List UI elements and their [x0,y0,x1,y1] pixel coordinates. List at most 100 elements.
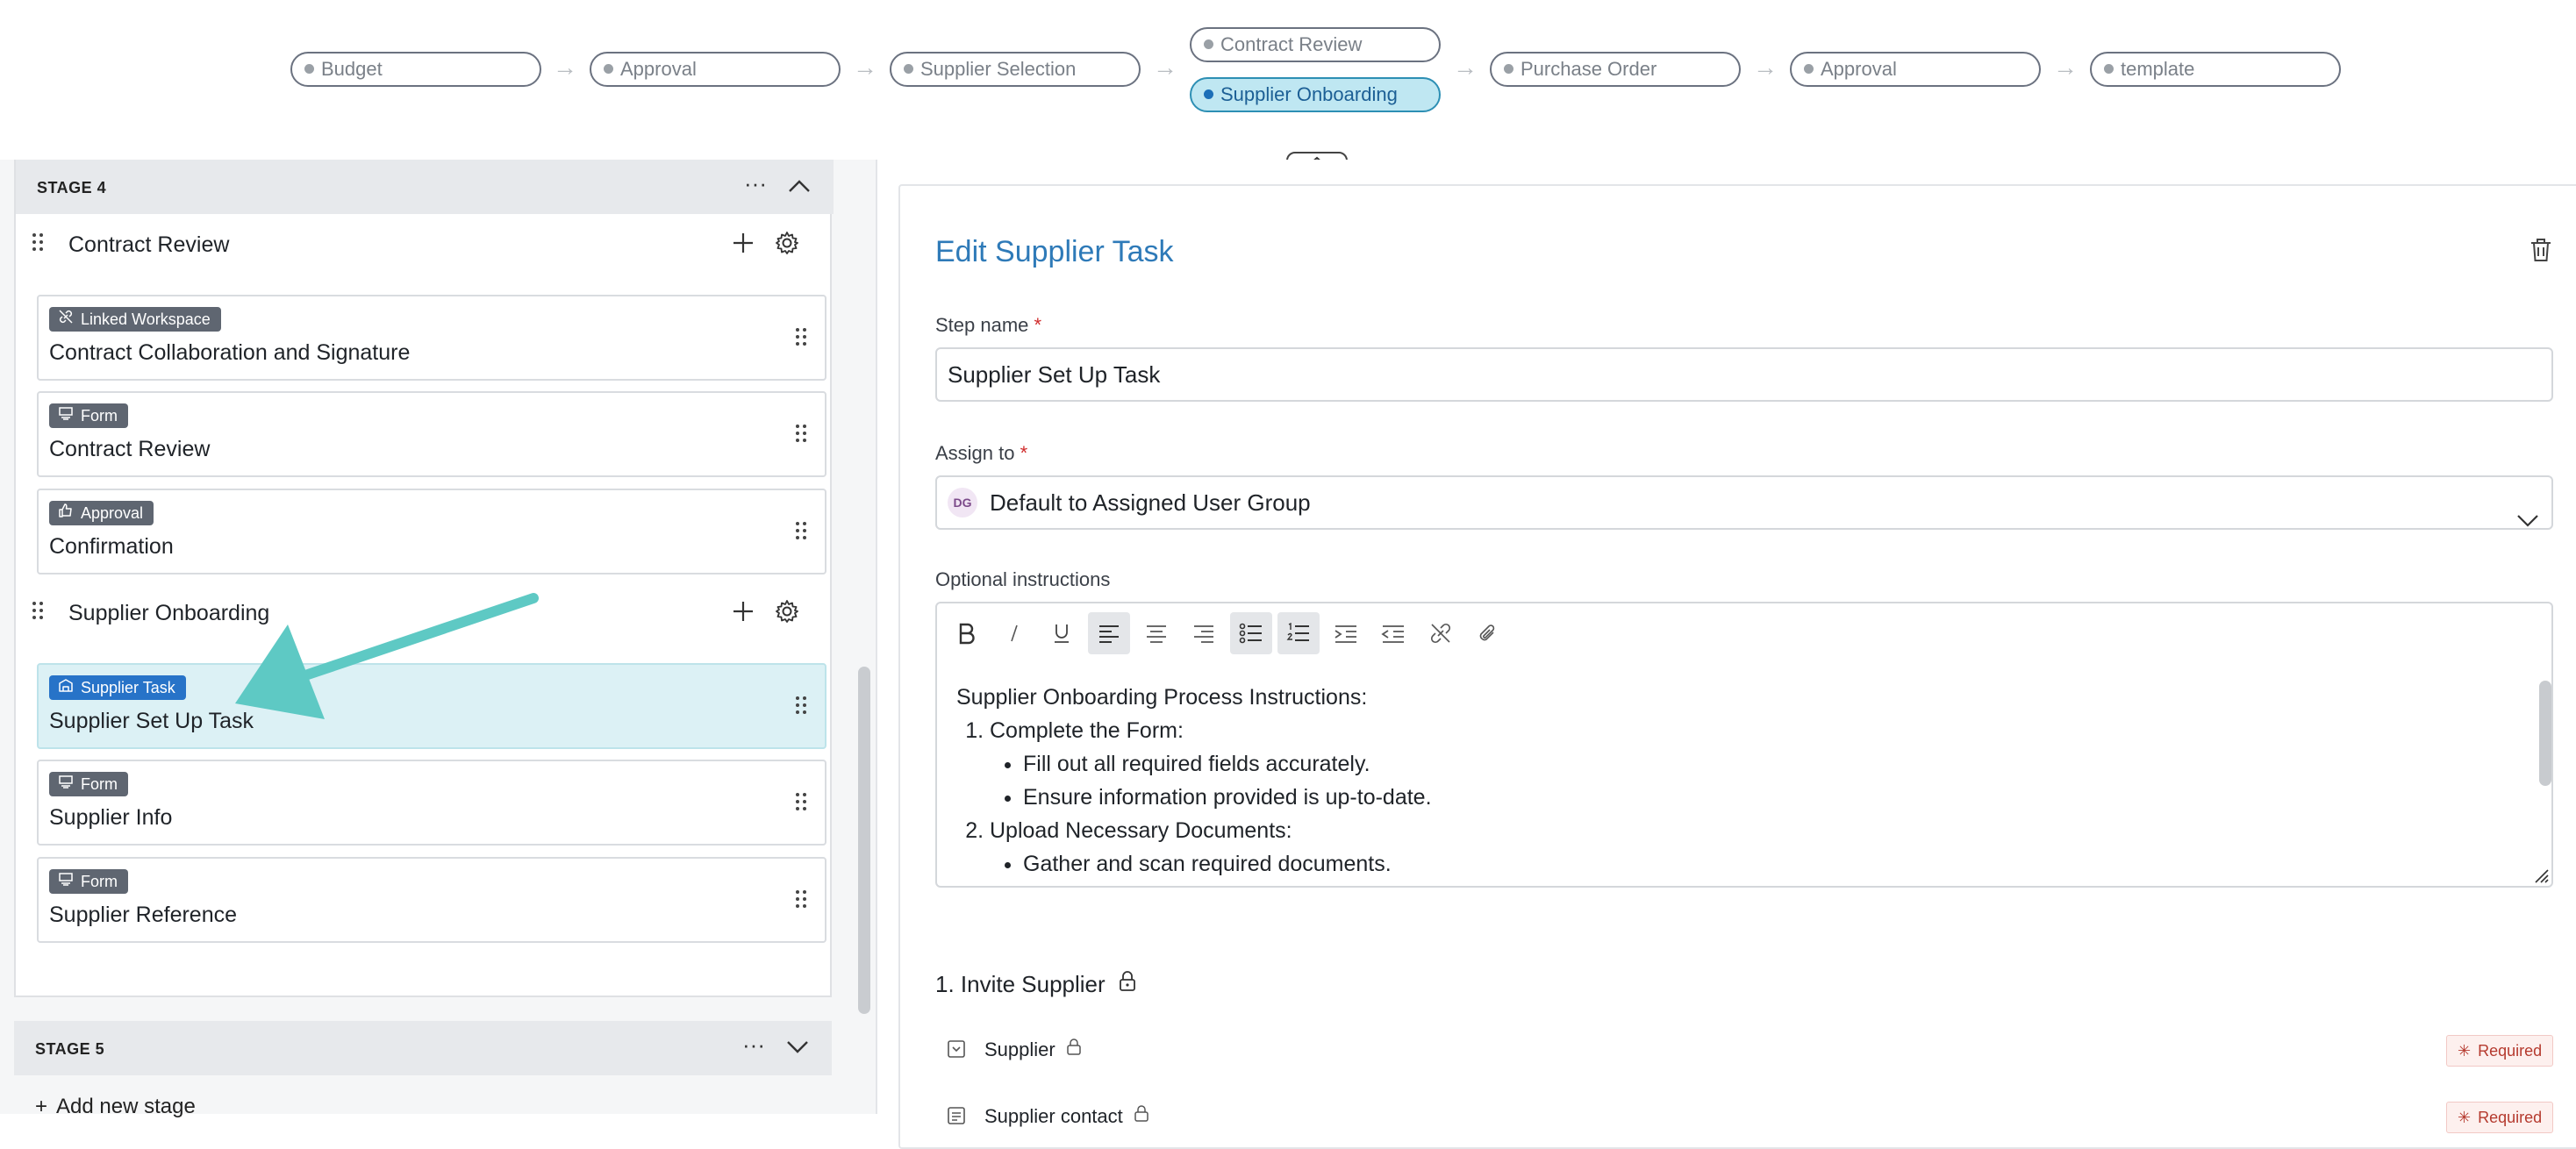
stage-label: Budget [321,58,383,80]
trash-icon[interactable] [2529,237,2553,268]
lock-icon [1066,1038,1082,1061]
step-type-badge: Approval [49,501,154,525]
assign-to-select[interactable]: DG Default to Assigned User Group [935,475,2553,530]
field-row-supplier-contact[interactable]: Supplier contact ✳ Required [935,1098,2554,1137]
assign-to-value: Default to Assigned User Group [990,489,1311,516]
pipeline-stage-supplier-onboarding[interactable]: Supplier Onboarding [1190,77,1441,112]
instructions-item: Upload Necessary Documents: Gather and s… [990,814,2501,879]
stages-panel: STAGE 4 ··· Contract Review Linked Works… [0,160,876,1118]
stage-5-header[interactable]: STAGE 5 ··· [14,1021,832,1075]
add-stage-label: Add new stage [56,1095,196,1118]
pipeline-stage-supplier-selection[interactable]: Supplier Selection [890,52,1141,87]
drag-handle-icon[interactable] [32,600,44,626]
arrow-right-icon: → [1753,54,1778,81]
field-name: Supplier contact [984,1105,1149,1128]
step-card-supplier-reference[interactable]: Form Supplier Reference [37,857,826,943]
chevron-up-icon[interactable] [788,179,811,197]
assign-to-label: Assign to * [935,442,1028,464]
bullet-list-icon[interactable] [1230,612,1272,654]
outdent-icon[interactable] [1372,612,1414,654]
drag-handle-icon[interactable] [795,791,807,817]
left-panel-scrollbar[interactable] [858,667,870,1014]
pipeline-stage-budget[interactable]: Budget [290,52,541,87]
bold-icon[interactable] [946,612,988,654]
add-stage-button[interactable]: + Add new stage [35,1095,196,1119]
step-type-badge: Linked Workspace [49,307,221,332]
instructions-bullet: Fill out all required fields accurately. [1023,747,2501,781]
step-card-contract-collaboration[interactable]: Linked Workspace Contract Collaboration … [37,295,826,381]
pipeline-stage-contract-review[interactable]: Contract Review [1190,27,1441,62]
editor-toolbar [937,603,2551,670]
numbered-list-icon[interactable] [1277,612,1320,654]
instructions-list: Complete the Form: Fill out all required… [956,714,2501,879]
step-name-input[interactable]: Supplier Set Up Task [935,347,2553,402]
stage-label: Approval [620,58,697,80]
instructions-content[interactable]: Supplier Onboarding Process Instructions… [956,681,2501,879]
add-step-icon[interactable] [730,230,758,258]
drag-handle-icon[interactable] [795,695,807,720]
italic-icon[interactable] [993,612,1035,654]
asterisk-icon: ✳ [2458,1042,2472,1060]
pipeline-stage-approval-2[interactable]: Approval [1790,52,2041,87]
more-options-icon[interactable]: ··· [744,170,767,197]
field-name: Supplier [984,1038,1082,1061]
stage-dot-icon [2104,63,2114,74]
badge-label: Form [81,407,118,425]
align-left-icon[interactable] [1088,612,1130,654]
step-card-supplier-info[interactable]: Form Supplier Info [37,760,826,846]
underline-icon[interactable] [1041,612,1083,654]
step-card-confirmation[interactable]: Approval Confirmation [37,489,826,574]
pipeline-stage-approval[interactable]: Approval [590,52,841,87]
stage-4-header[interactable]: STAGE 4 ··· [16,160,834,214]
resize-handle-icon[interactable] [2532,867,2550,889]
step-card-contract-review[interactable]: Form Contract Review [37,391,826,477]
supplier-task-icon [58,675,74,700]
step-type-badge: Supplier Task [49,675,186,700]
gear-icon[interactable] [774,598,802,626]
arrow-right-icon: → [1453,54,1478,81]
stage-5-container: STAGE 5 ··· [14,1021,832,1075]
editor-scrollbar[interactable] [2539,681,2551,786]
chevron-down-icon[interactable] [786,1040,809,1059]
edit-panel: Edit Supplier Task Step name * Supplier … [877,160,2576,1149]
arrow-right-icon: → [853,54,877,81]
attachment-icon[interactable] [1467,612,1509,654]
badge-label: Supplier Task [81,679,175,696]
form-icon [58,869,74,894]
drag-handle-icon[interactable] [32,232,44,258]
form-icon [58,772,74,796]
instructions-bullet: Ensure information provided is up-to-dat… [1023,781,2501,814]
drag-handle-icon[interactable] [795,520,807,546]
arrow-right-icon: → [553,54,577,81]
badge-label: Form [81,873,118,890]
instructions-editor[interactable]: Supplier Onboarding Process Instructions… [935,602,2553,888]
asterisk-icon: ✳ [2458,1109,2472,1126]
stage-dot-icon [1204,89,1213,99]
stage-4-container: STAGE 4 ··· Contract Review Linked Works… [14,160,834,997]
step-type-badge: Form [49,403,128,428]
field-row-supplier[interactable]: Supplier ✳ Required [935,1031,2554,1070]
lock-icon [1134,1105,1149,1128]
gear-icon[interactable] [774,230,802,258]
more-options-icon[interactable]: ··· [742,1031,765,1059]
stage-dot-icon [1504,63,1513,74]
drag-handle-icon[interactable] [795,326,807,352]
align-center-icon[interactable] [1135,612,1177,654]
badge-label: Form [81,775,118,793]
indent-icon[interactable] [1325,612,1367,654]
stage-label: Supplier Onboarding [1220,83,1398,105]
align-right-icon[interactable] [1183,612,1225,654]
step-name: Confirmation [49,534,174,559]
drag-handle-icon[interactable] [795,423,807,448]
stage-label: Contract Review [1220,33,1363,55]
badge-label: Linked Workspace [81,310,211,328]
pipeline-stage-purchase-order[interactable]: Purchase Order [1490,52,1741,87]
section-title: 1. Invite Supplier [935,970,1137,999]
stage-dot-icon [904,63,913,74]
unlink-icon[interactable] [1420,612,1462,654]
add-step-icon[interactable] [730,598,758,626]
instructions-label: Optional instructions [935,568,1111,590]
form-icon [58,403,74,428]
drag-handle-icon[interactable] [795,889,807,914]
pipeline-stage-template[interactable]: template [2090,52,2341,87]
